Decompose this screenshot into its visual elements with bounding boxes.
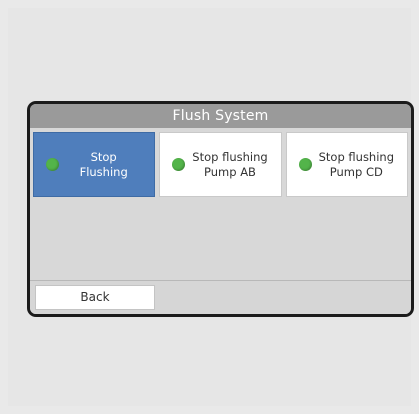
device-bezel: Flush System Stop Flushing Stop flushing… [27, 101, 414, 317]
back-button[interactable]: Back [35, 285, 155, 310]
flush-system-screen: Flush System Stop Flushing Stop flushing… [30, 104, 411, 314]
footer-bar: Back [30, 280, 411, 314]
tile-label: Stop flushing Pump AB [192, 149, 268, 179]
action-tiles: Stop Flushing Stop flushing Pump AB Stop… [33, 132, 408, 197]
green-status-led-icon [298, 158, 312, 171]
stop-flushing-pump-ab-button[interactable]: Stop flushing Pump AB [159, 132, 282, 197]
tile-label: Stop Flushing [79, 149, 128, 179]
green-status-led-icon [46, 158, 59, 171]
tile-label: Stop flushing Pump CD [318, 149, 395, 179]
window-title: Flush System [30, 104, 411, 128]
green-status-led-icon [172, 158, 186, 171]
stop-flushing-button[interactable]: Stop Flushing [33, 132, 156, 197]
stop-flushing-pump-cd-button[interactable]: Stop flushing Pump CD [285, 132, 408, 197]
